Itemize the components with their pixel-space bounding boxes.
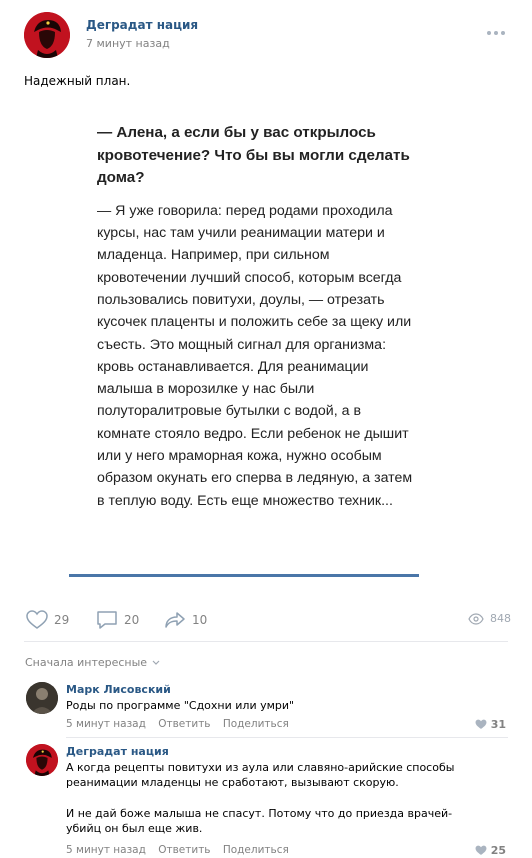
comment-button[interactable]: 20 (96, 610, 139, 630)
image-question: — Алена, а если бы у вас открылось крово… (97, 124, 410, 187)
comment-text-second-paragraph: И не дай боже малыша не спасут. Потому ч… (66, 807, 453, 835)
post-time[interactable]: 7 минут назад (86, 37, 170, 50)
share-button[interactable]: 10 (164, 610, 207, 630)
post-text: Надежный план. (24, 74, 131, 88)
like-count: 29 (54, 613, 70, 627)
comment-author-avatar[interactable] (26, 682, 58, 714)
views-count: 848 (490, 612, 511, 625)
comment-like-button[interactable]: 25 (475, 844, 506, 857)
comment-author-avatar[interactable] (26, 744, 58, 776)
reply-link[interactable]: Ответить (158, 718, 210, 730)
comment-meta: 5 минут назад Ответить Поделиться (66, 844, 298, 856)
comment-count: 20 (124, 613, 140, 627)
comment-author-name[interactable]: Деградат нация (66, 745, 169, 758)
chevron-down-icon (152, 660, 160, 665)
image-answer: — Я уже говорила: перед родами проходила… (97, 202, 413, 509)
ellipsis-icon[interactable] (486, 21, 506, 35)
share-link[interactable]: Поделиться (223, 718, 289, 730)
heart-icon (475, 845, 487, 855)
comment-item: Марк Лисовский Роды по программе "Сдохни… (24, 680, 508, 736)
post-author-avatar[interactable] (24, 12, 70, 58)
post-image[interactable]: — Алена, а если бы у вас открылось крово… (24, 104, 508, 590)
reply-link[interactable]: Ответить (158, 844, 210, 856)
share-link[interactable]: Поделиться (223, 844, 289, 856)
image-underline (69, 574, 419, 577)
user-photo-icon (26, 682, 58, 714)
comment-text: А когда рецепты повитухи из аула или сла… (66, 761, 455, 789)
post-image-text: — Алена, а если бы у вас открылось крово… (97, 122, 417, 512)
eye-icon (468, 612, 484, 625)
comment-like-button[interactable]: 31 (475, 718, 506, 731)
comment-time[interactable]: 5 минут назад (66, 844, 146, 856)
heart-icon (475, 719, 487, 729)
che-portrait-icon (24, 12, 70, 58)
comments-sort-dropdown[interactable]: Сначала интересные (25, 656, 161, 669)
comment-like-count: 31 (490, 718, 506, 731)
comment-meta: 5 минут назад Ответить Поделиться (66, 718, 298, 730)
views-counter: 848 (468, 612, 511, 625)
share-count: 10 (192, 613, 208, 627)
heart-icon (26, 610, 48, 629)
comment-author-name[interactable]: Марк Лисовский (66, 683, 171, 696)
comment-time[interactable]: 5 минут назад (66, 718, 146, 730)
comment-icon (97, 611, 117, 629)
actions-divider (24, 641, 508, 642)
comment-like-count: 25 (490, 844, 506, 857)
share-icon (165, 612, 185, 628)
comments-sort-label: Сначала интересные (25, 656, 148, 669)
like-button[interactable]: 29 (26, 610, 69, 630)
comment-text: Роды по программе "Сдохни или умри" (66, 699, 295, 712)
post-author-name[interactable]: Деградат нация (86, 18, 198, 32)
comments-divider (66, 737, 508, 738)
che-portrait-icon (26, 744, 58, 776)
comment-item: Деградат нация А когда рецепты повитухи … (24, 742, 508, 858)
